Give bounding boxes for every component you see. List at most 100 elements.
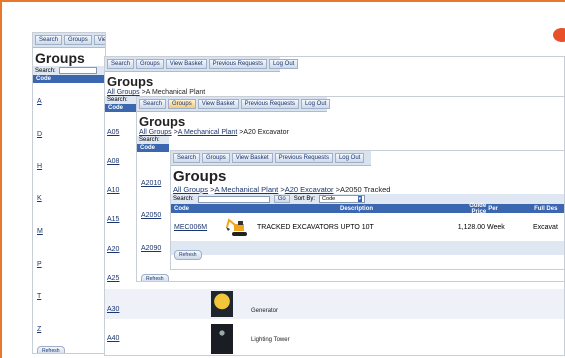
page-title: Groups — [173, 168, 227, 185]
group-code-link-a25[interactable]: A25 — [107, 275, 119, 282]
groups-window-4: Search Groups View Basket Previous Reque… — [170, 150, 565, 270]
item-guide-price: 1,128.00 — [457, 223, 485, 231]
nav-search-button[interactable]: Search — [139, 99, 167, 109]
group-code-link-a20[interactable]: A20 — [107, 246, 119, 253]
table-footer: Refresh — [171, 241, 564, 260]
column-header-guide-price: Guide Price — [469, 202, 487, 215]
breadcrumb-mechanical-plant-link[interactable]: A Mechanical Plant — [178, 129, 238, 136]
nav-view-basket-button[interactable]: View Basket — [197, 99, 239, 109]
search-row: Search: — [33, 66, 105, 75]
search-row: Search: Go Sort By: Code ▾ — [171, 194, 564, 204]
refresh-button[interactable]: Refresh — [141, 274, 169, 281]
nav-groups-button[interactable]: Groups — [202, 153, 230, 163]
group-code-link-a10[interactable]: A10 — [107, 187, 119, 194]
nav-search-button[interactable]: Search — [173, 153, 201, 163]
nav-groups-button[interactable]: Groups — [168, 99, 196, 109]
group-code-link-a05[interactable]: A05 — [107, 129, 119, 136]
nav-view-basket-button[interactable]: View Basket — [231, 153, 273, 163]
chevron-down-icon: ▾ — [357, 196, 363, 202]
groups-window-1: Search Groups View Basket Previous Reque… — [32, 32, 106, 354]
column-header-description: Description — [340, 205, 374, 212]
breadcrumb-current: >A2050 Tracked — [333, 185, 391, 194]
nav-bar: Search Groups View Basket Previous Reque… — [171, 151, 371, 166]
nav-log-out-button[interactable]: Log Out — [334, 153, 365, 163]
item-per: Week — [487, 223, 505, 231]
nav-bar: Search Groups View Basket Previous Reque… — [137, 97, 331, 112]
page-title: Groups — [139, 114, 186, 129]
group-code-link-a30[interactable]: A30 — [107, 306, 119, 313]
lighting-tower-thumbnail — [211, 324, 233, 354]
group-code-link-a2090[interactable]: A2090 — [141, 245, 161, 252]
table-row: MEC006M TRACKED EXCAVATORS UPTO 10T 1,12… — [171, 213, 564, 241]
item-description: Lighting Tower — [251, 337, 290, 343]
nav-view-basket-button[interactable]: View Basket — [93, 35, 105, 45]
sort-by-select[interactable]: Code ▾ — [319, 195, 366, 203]
breadcrumb-all-groups-link[interactable]: All Groups — [173, 185, 208, 194]
breadcrumb: All Groups >A Mechanical Plant >A20 Exca… — [173, 185, 391, 194]
breadcrumb-mechanical-plant-link[interactable]: A Mechanical Plant — [214, 185, 278, 194]
column-header-code: Code — [174, 205, 189, 212]
letter-list: A D H K M P T Z — [33, 83, 105, 343]
search-label: Search: — [107, 97, 128, 103]
nav-search-button[interactable]: Search — [107, 59, 135, 69]
search-label: Search: — [35, 67, 56, 74]
group-code-link-a15[interactable]: A15 — [107, 216, 119, 223]
nav-previous-requests-button[interactable]: Previous Requests — [274, 153, 333, 163]
nav-view-basket-button[interactable]: View Basket — [165, 59, 207, 69]
letter-link-k[interactable]: K — [33, 195, 42, 202]
breadcrumb: All Groups >A Mechanical Plant >A20 Exca… — [139, 129, 289, 136]
item-code-link[interactable]: MEC006M — [171, 224, 221, 231]
sort-by-value: Code — [322, 196, 336, 202]
breadcrumb-current: >A20 Excavator — [237, 129, 289, 136]
nav-groups-button[interactable]: Groups — [64, 35, 92, 45]
search-label: Search: — [139, 137, 160, 143]
column-header-per: Per — [488, 205, 498, 212]
letter-link-z[interactable]: Z — [33, 326, 41, 333]
letter-link-a[interactable]: A — [33, 98, 42, 105]
sort-by-label: Sort By: — [293, 196, 316, 202]
refresh-button[interactable]: Refresh — [174, 250, 202, 260]
nav-log-out-button[interactable]: Log Out — [300, 99, 331, 109]
letter-link-m[interactable]: M — [33, 228, 43, 235]
table-header: Code Description Guide Price Per Full De… — [171, 202, 564, 215]
refresh-button[interactable]: Refresh — [37, 346, 65, 353]
breadcrumb-current: >A Mechanical Plant — [139, 89, 206, 96]
page-title: Groups — [35, 50, 85, 66]
breadcrumb-excavator-link[interactable]: A20 Excavator — [285, 185, 334, 194]
column-header-full-description: Full Des — [534, 205, 558, 212]
letter-link-p[interactable]: P — [33, 261, 42, 268]
code-column-header: Code — [105, 104, 137, 112]
generator-thumbnail — [211, 291, 233, 317]
corner-logo-fragment — [553, 28, 565, 42]
search-input[interactable] — [197, 195, 270, 203]
excavator-icon — [221, 217, 257, 237]
group-code-link-a2010[interactable]: A2010 — [141, 180, 161, 187]
nav-previous-requests-button[interactable]: Previous Requests — [208, 59, 267, 69]
nav-search-button[interactable]: Search — [35, 35, 63, 45]
nav-groups-button[interactable]: Groups — [136, 59, 164, 69]
item-description: TRACKED EXCAVATORS UPTO 10T — [257, 223, 374, 231]
group-code-link-a40[interactable]: A40 — [107, 335, 119, 342]
code-column-header: Code — [137, 144, 169, 152]
nav-bar: Search Groups View Basket Previous Reque… — [105, 57, 299, 72]
group-code-link-a08[interactable]: A08 — [107, 158, 119, 165]
nav-bar: Search Groups View Basket Previous Reque… — [33, 33, 105, 48]
breadcrumb-all-groups-link[interactable]: All Groups — [107, 89, 140, 96]
nav-previous-requests-button[interactable]: Previous Requests — [240, 99, 299, 109]
go-button[interactable]: Go — [273, 195, 290, 203]
page-title: Groups — [107, 74, 154, 89]
search-row: Search: — [137, 136, 169, 144]
letter-link-t[interactable]: T — [33, 293, 41, 300]
group-code-link-a2050[interactable]: A2050 — [141, 212, 161, 219]
item-full-description: Excavat — [533, 223, 558, 231]
letter-link-h[interactable]: H — [33, 163, 42, 170]
item-description: Generator — [251, 308, 279, 314]
search-row: Search: — [105, 96, 137, 104]
code-column-header: Code — [33, 75, 105, 83]
nav-log-out-button[interactable]: Log Out — [268, 59, 299, 69]
breadcrumb-all-groups-link[interactable]: All Groups — [139, 129, 172, 136]
breadcrumb: All Groups >A Mechanical Plant — [105, 89, 564, 96]
table-row-band — [105, 289, 564, 319]
letter-link-d[interactable]: D — [33, 131, 42, 138]
search-input[interactable] — [58, 67, 97, 74]
